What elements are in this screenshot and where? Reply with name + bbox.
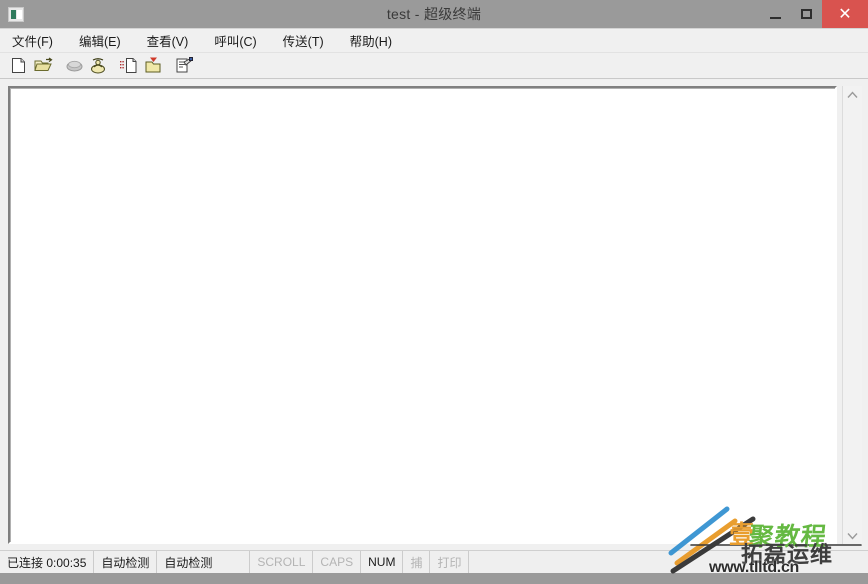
receive-file-icon [145, 57, 160, 73]
application-window: test - 超级终端 ✕ 文件(F) 编辑(E) 查看(V) 呼叫(C) 传送… [0, 0, 868, 581]
toolbar [0, 53, 868, 79]
scrollbar-track[interactable] [843, 103, 862, 527]
terminal-window-icon[interactable] [8, 6, 24, 22]
menu-file[interactable]: 文件(F) [10, 29, 63, 52]
menu-call[interactable]: 呼叫(C) [212, 29, 266, 52]
send-file-button[interactable] [118, 55, 140, 76]
disconnect-phone-icon [66, 60, 82, 72]
toolbar-separator [56, 56, 63, 76]
toolbar-separator [111, 56, 118, 76]
new-connection-button[interactable] [8, 55, 30, 76]
terminal-region [0, 79, 868, 550]
close-button[interactable]: ✕ [822, 0, 868, 28]
disconnect-button[interactable] [63, 55, 85, 76]
maximize-button[interactable] [791, 0, 822, 28]
status-detect-protocol: 自动检测 [94, 551, 158, 573]
minimize-icon [770, 16, 781, 19]
status-print: 打印 [430, 551, 470, 573]
maximize-icon [801, 9, 812, 19]
chevron-up-icon [847, 90, 858, 98]
status-caps: CAPS [313, 551, 362, 573]
scroll-up-button[interactable] [843, 86, 862, 103]
open-button[interactable] [32, 55, 54, 76]
open-folder-icon [33, 57, 53, 71]
status-capture: 捕 [403, 551, 431, 573]
menu-help[interactable]: 帮助(H) [348, 29, 402, 52]
terminal-scrollbar[interactable] [842, 86, 862, 544]
status-spacer [469, 551, 868, 573]
menu-edit[interactable]: 编辑(E) [77, 29, 131, 52]
window-bottom-frame [0, 573, 868, 581]
menu-view[interactable]: 查看(V) [145, 29, 199, 52]
properties-icon [176, 57, 193, 73]
window-controls: ✕ [760, 0, 868, 28]
terminal-output[interactable] [8, 86, 837, 544]
status-num: NUM [361, 551, 404, 573]
client-area: 文件(F) 编辑(E) 查看(V) 呼叫(C) 传送(T) 帮助(H) 已连接 … [0, 28, 868, 573]
toolbar-separator [166, 56, 173, 76]
menu-bar: 文件(F) 编辑(E) 查看(V) 呼叫(C) 传送(T) 帮助(H) [0, 29, 868, 53]
title-bar[interactable]: test - 超级终端 ✕ [0, 0, 868, 28]
connect-phone-icon [91, 57, 105, 73]
status-connection: 已连接 0:00:35 [0, 551, 95, 573]
status-scroll: SCROLL [250, 551, 314, 573]
receive-file-button[interactable] [142, 55, 164, 76]
menu-transfer[interactable]: 传送(T) [281, 29, 334, 52]
new-connection-icon [12, 58, 25, 73]
send-file-icon [120, 58, 137, 73]
close-icon: ✕ [838, 4, 852, 23]
scroll-down-button[interactable] [843, 527, 862, 544]
properties-button[interactable] [173, 55, 195, 76]
chevron-down-icon [847, 532, 858, 540]
connect-button[interactable] [87, 55, 109, 76]
window-title: test - 超级终端 [386, 6, 482, 22]
terminal-text [10, 88, 835, 92]
status-detect-speed: 自动检测 [157, 551, 251, 573]
minimize-button[interactable] [760, 0, 791, 28]
status-bar: 已连接 0:00:35 自动检测 自动检测 SCROLL CAPS NUM 捕 … [0, 550, 868, 573]
